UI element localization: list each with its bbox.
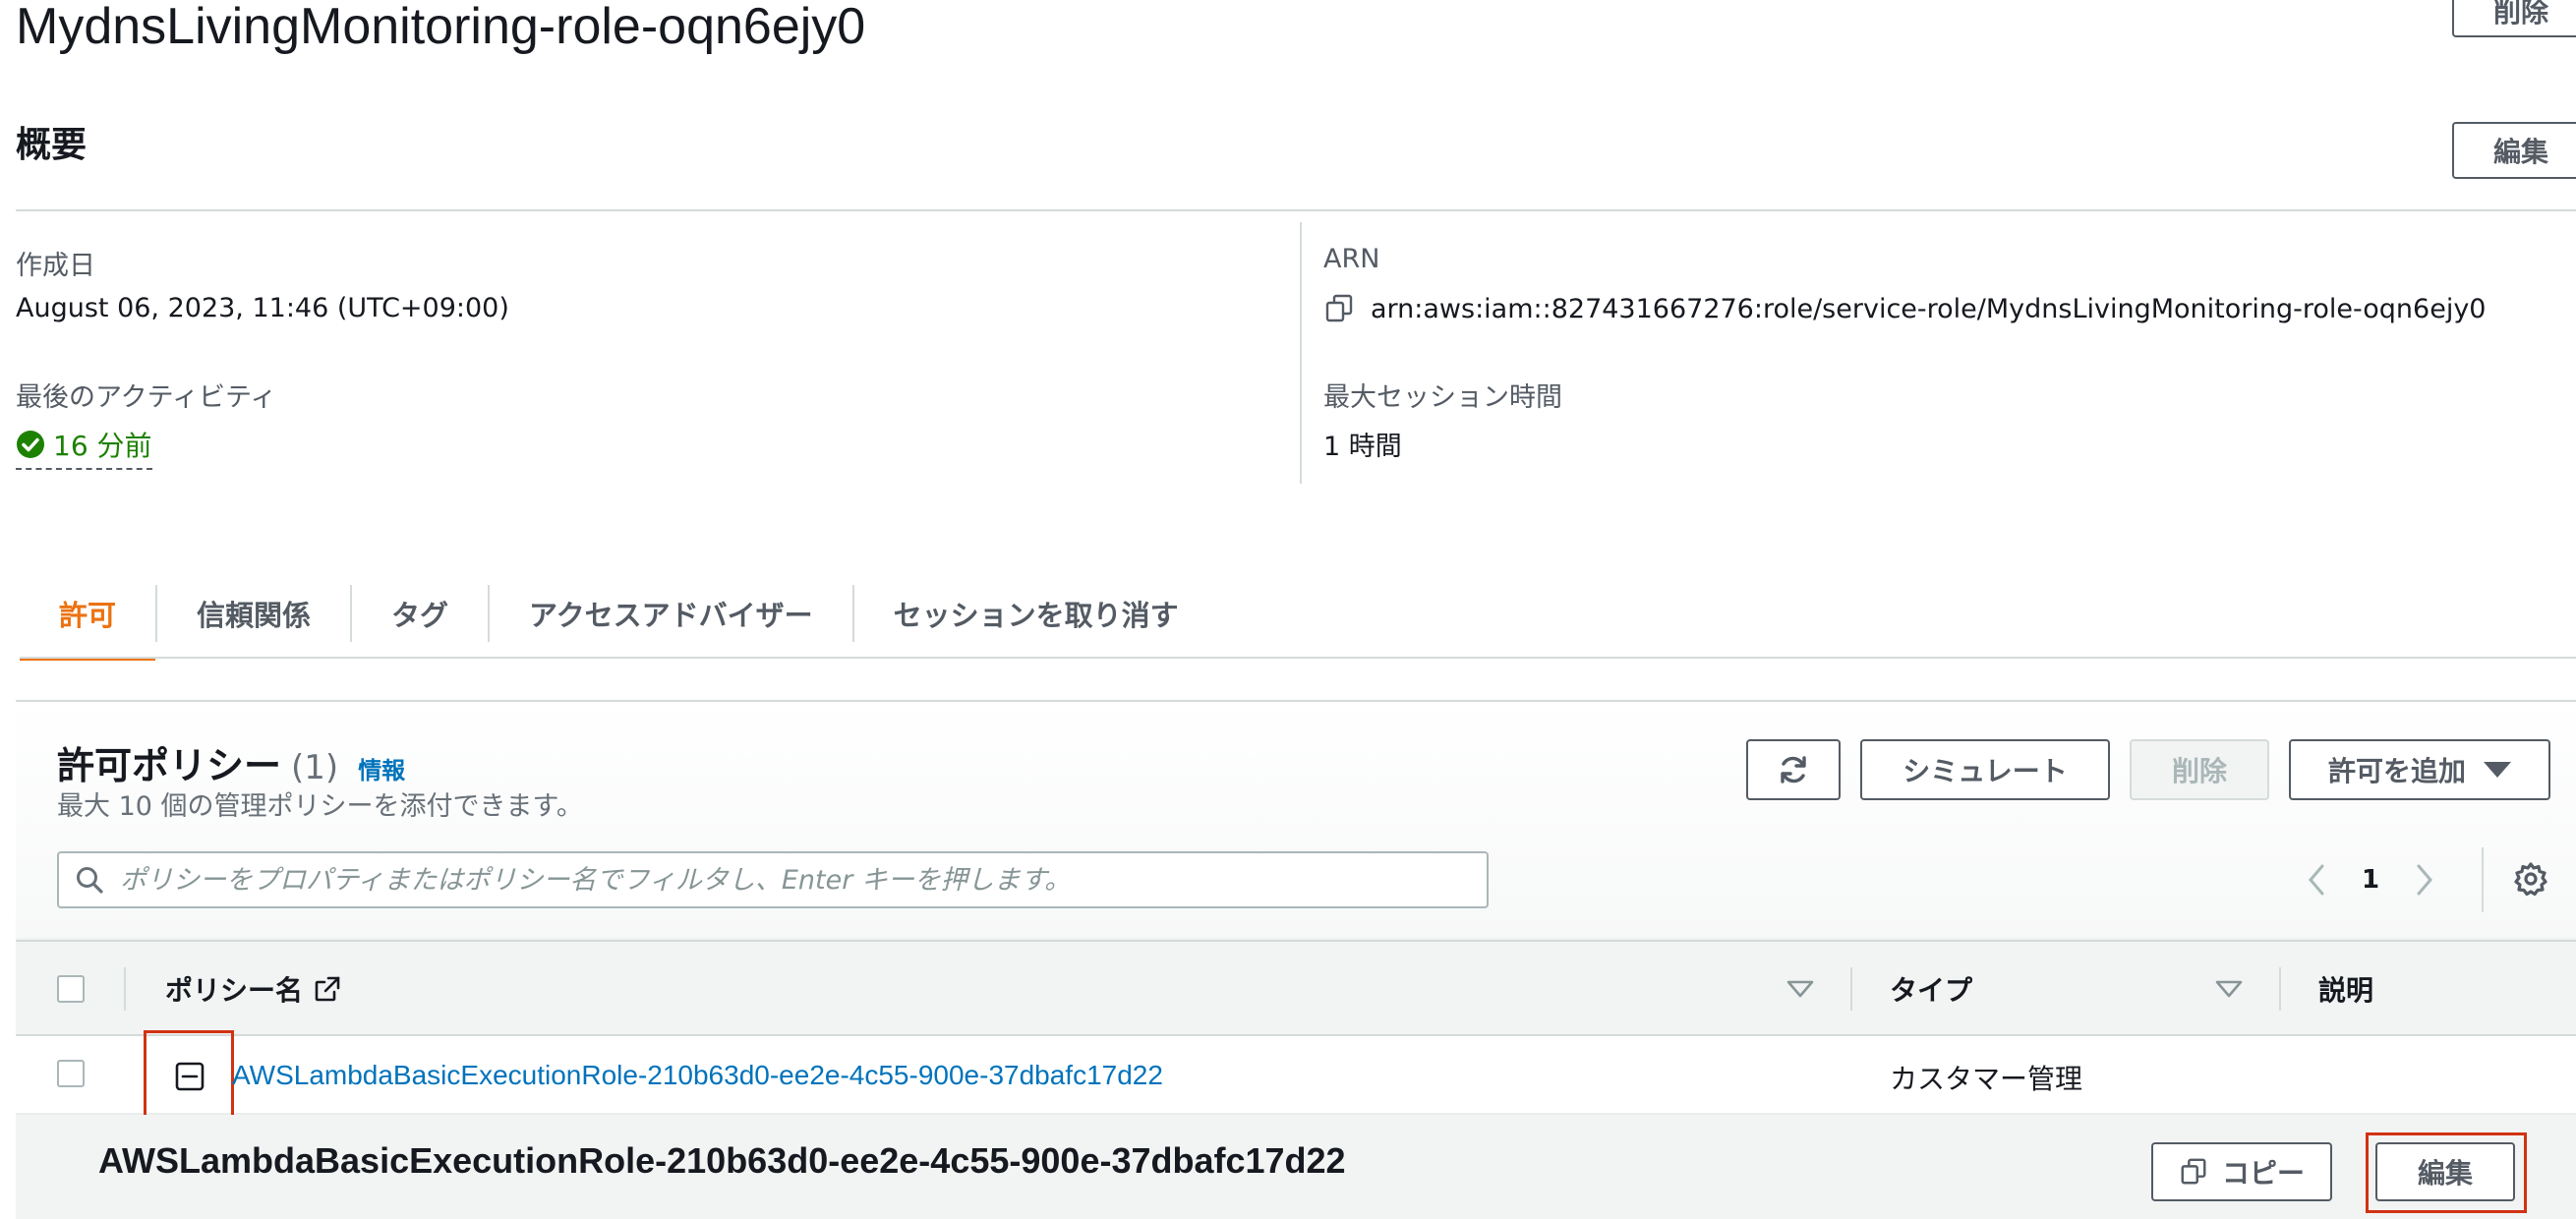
- info-link[interactable]: 情報: [358, 751, 405, 785]
- sort-down-icon[interactable]: [1786, 979, 1815, 999]
- arn-label: ARN: [1323, 244, 1380, 274]
- overview-heading: 概要: [16, 125, 88, 165]
- edit-highlight: [2366, 1132, 2527, 1213]
- last-activity-label: 最後のアクティビティ: [16, 382, 277, 413]
- max-session-value: 1 時間: [1323, 432, 1402, 462]
- role-tabs: 許可 信頼関係 タグ アクセスアドバイザー セッションを取り消す: [20, 568, 1218, 661]
- sort-down-icon[interactable]: [2214, 979, 2244, 999]
- refresh-button[interactable]: [1746, 739, 1841, 800]
- policy-search-input[interactable]: [120, 864, 1457, 896]
- gear-icon[interactable]: [2513, 861, 2548, 897]
- arn-row: arn:aws:iam::827431667276:role/service-r…: [1323, 293, 2486, 324]
- column-policy-name-label: ポリシー名: [165, 974, 304, 1007]
- tabs-baseline: [20, 657, 2576, 659]
- max-session-label: 最大セッション時間: [1323, 382, 1562, 413]
- pagination: 1: [2307, 851, 2434, 908]
- column-separator: [1850, 967, 1852, 1011]
- current-page[interactable]: 1: [2362, 865, 2379, 895]
- policies-title: 許可ポリシー: [57, 744, 282, 787]
- overview-column-divider: [1300, 222, 1302, 484]
- tab-permissions[interactable]: 許可: [20, 568, 156, 661]
- chevron-left-icon[interactable]: [2307, 863, 2326, 897]
- column-separator: [124, 967, 126, 1011]
- add-permissions-button[interactable]: 許可を追加: [2289, 739, 2550, 800]
- created-date-value: August 06, 2023, 11:46 (UTC+09:00): [16, 293, 509, 323]
- policy-name-link[interactable]: AWSLambdaBasicExecutionRole-210b63d0-ee2…: [232, 1060, 1163, 1091]
- table-header: ポリシー名 タイプ 説明: [16, 940, 2576, 1036]
- column-header-policy-name[interactable]: ポリシー名: [165, 969, 342, 1009]
- pager-divider: [2482, 847, 2484, 912]
- tab-tags[interactable]: タグ: [352, 568, 488, 659]
- external-link-icon: [315, 976, 340, 1002]
- policy-detail-title: AWSLambdaBasicExecutionRole-210b63d0-ee2…: [98, 1140, 1346, 1181]
- search-icon: [77, 867, 103, 894]
- refresh-icon: [1781, 756, 1806, 784]
- policy-search: [57, 851, 1489, 908]
- created-date-label: 作成日: [16, 251, 95, 281]
- collapse-icon[interactable]: [175, 1062, 205, 1091]
- tab-trust-relationships[interactable]: 信頼関係: [157, 568, 350, 659]
- column-header-description[interactable]: 説明: [2318, 969, 2373, 1009]
- arn-value: arn:aws:iam::827431667276:role/service-r…: [1371, 293, 2487, 324]
- copy-icon[interactable]: [1323, 293, 1355, 324]
- select-all-checkbox[interactable]: [57, 975, 85, 1003]
- overview-edit-button[interactable]: 編集: [2452, 122, 2576, 179]
- last-activity-text: 16 分前: [53, 430, 152, 462]
- simulate-button[interactable]: シミュレート: [1860, 739, 2110, 800]
- chevron-right-icon[interactable]: [2415, 863, 2434, 897]
- last-activity-value[interactable]: 16 分前: [16, 425, 152, 470]
- column-separator: [2279, 967, 2281, 1011]
- policies-count: (1): [291, 748, 339, 787]
- column-header-type[interactable]: タイプ: [1890, 969, 1972, 1009]
- copy-button[interactable]: コピー: [2151, 1142, 2332, 1201]
- tab-access-advisor[interactable]: アクセスアドバイザー: [490, 568, 852, 659]
- success-check-icon: [17, 431, 44, 458]
- add-permissions-label: 許可を追加: [2327, 755, 2466, 787]
- copy-icon: [2181, 1158, 2206, 1185]
- policies-heading: 許可ポリシー (1) 情報: [57, 735, 405, 789]
- row-checkbox[interactable]: [57, 1060, 85, 1087]
- tab-revoke-sessions[interactable]: セッションを取り消す: [854, 568, 1218, 659]
- caret-down-icon: [2484, 762, 2511, 778]
- delete-policy-button[interactable]: 削除: [2130, 739, 2269, 800]
- role-title: MydnsLivingMonitoring-role-oqn6ejy0: [16, 0, 866, 55]
- overview-divider: [16, 209, 2576, 211]
- policies-description: 最大 10 個の管理ポリシーを添付できます。: [57, 791, 583, 822]
- policy-type-cell: カスタマー管理: [1890, 1063, 2083, 1095]
- copy-label: コピー: [2221, 1157, 2305, 1190]
- delete-role-button[interactable]: 削除: [2452, 0, 2576, 37]
